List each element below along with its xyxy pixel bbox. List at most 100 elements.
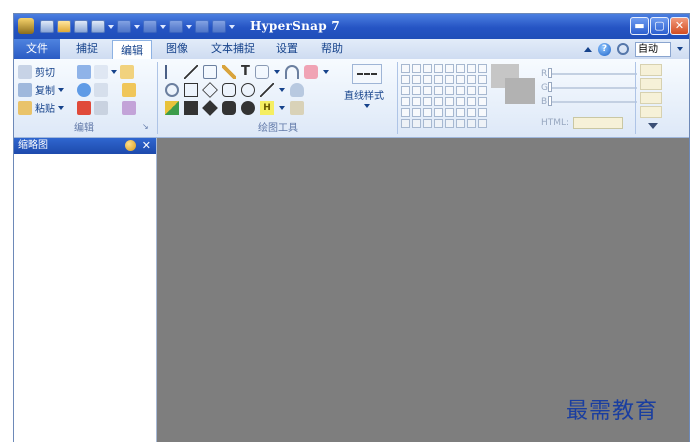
- redo-icon[interactable]: [77, 64, 91, 79]
- zoom-icon[interactable]: [165, 82, 179, 97]
- color-swatch[interactable]: [423, 97, 432, 106]
- stamp-icon[interactable]: [165, 100, 179, 115]
- print-icon[interactable]: [91, 20, 105, 33]
- chevron-down-icon[interactable]: [677, 47, 683, 51]
- region-icon[interactable]: [143, 20, 157, 33]
- chevron-down-icon[interactable]: [229, 24, 235, 29]
- open-folder-icon[interactable]: [57, 20, 71, 33]
- filled-diamond-icon[interactable]: [202, 99, 218, 116]
- highlight-icon[interactable]: H: [260, 100, 274, 115]
- spray-icon[interactable]: [290, 100, 304, 115]
- color-swatch[interactable]: [423, 75, 432, 84]
- color-swatch[interactable]: [434, 108, 443, 117]
- color-swatch[interactable]: [412, 75, 421, 84]
- g-slider[interactable]: [548, 82, 637, 92]
- color-swatch[interactable]: [467, 86, 476, 95]
- color-swatch[interactable]: [434, 75, 443, 84]
- color-swatch[interactable]: [478, 97, 487, 106]
- tab-settings[interactable]: 设置: [272, 39, 302, 59]
- chevron-down-icon[interactable]: [160, 24, 166, 29]
- html-color-input[interactable]: [573, 117, 624, 129]
- arrow-icon[interactable]: [260, 82, 274, 97]
- color-swatch[interactable]: [467, 97, 476, 106]
- redo-icon[interactable]: [212, 20, 226, 33]
- color-swatch[interactable]: [423, 64, 432, 73]
- color-swatch[interactable]: [445, 64, 454, 73]
- palette-swatch[interactable]: [640, 64, 662, 76]
- tab-file[interactable]: 文件: [14, 39, 60, 59]
- tab-capture[interactable]: 捕捉: [72, 39, 102, 59]
- line-icon[interactable]: [184, 64, 198, 79]
- color-swatch[interactable]: [467, 64, 476, 73]
- line-style-button[interactable]: 直线样式: [344, 64, 384, 122]
- chevron-down-icon[interactable]: [322, 69, 329, 74]
- color-swatch[interactable]: [478, 86, 487, 95]
- color-swatch[interactable]: [478, 119, 487, 128]
- palette-swatch[interactable]: [640, 106, 662, 118]
- tab-image[interactable]: 图像: [162, 39, 192, 59]
- color-swatch[interactable]: [445, 119, 454, 128]
- tab-text-capture[interactable]: 文本捕捉: [207, 39, 259, 59]
- chevron-down-icon[interactable]: [279, 87, 285, 92]
- color-swatch[interactable]: [456, 86, 465, 95]
- g-slider-thumb[interactable]: [548, 82, 552, 92]
- b-slider[interactable]: [548, 96, 637, 106]
- color-swatch[interactable]: [445, 108, 454, 117]
- color-swatch[interactable]: [412, 108, 421, 117]
- gear-icon[interactable]: [122, 100, 136, 115]
- r-slider-thumb[interactable]: [548, 68, 552, 78]
- color-swatch[interactable]: [401, 75, 410, 84]
- ellipse-icon[interactable]: [241, 82, 255, 97]
- color-swatch[interactable]: [434, 64, 443, 73]
- color-swatch[interactable]: [401, 86, 410, 95]
- save-icon[interactable]: [74, 20, 88, 33]
- color-swatch[interactable]: [445, 75, 454, 84]
- color-swatch[interactable]: [456, 97, 465, 106]
- color-swatch[interactable]: [412, 86, 421, 95]
- color-swatch[interactable]: [412, 64, 421, 73]
- color-swatch[interactable]: [434, 86, 443, 95]
- eraser-icon[interactable]: [94, 82, 108, 97]
- undo-icon[interactable]: [195, 20, 209, 33]
- tab-edit[interactable]: 编辑: [112, 40, 152, 60]
- chevron-down-icon[interactable]: [58, 87, 64, 92]
- fill-icon[interactable]: [290, 82, 304, 97]
- color-swatch[interactable]: [423, 86, 432, 95]
- r-slider[interactable]: [548, 68, 637, 78]
- color-swatch[interactable]: [445, 97, 454, 106]
- app-icon[interactable]: [18, 18, 34, 34]
- rounded-rect-icon[interactable]: [222, 82, 236, 97]
- collapse-ribbon-icon[interactable]: [584, 46, 592, 52]
- folder-icon[interactable]: [122, 82, 136, 97]
- tool-icon[interactable]: [169, 20, 183, 33]
- color-swatch[interactable]: [456, 108, 465, 117]
- chevron-down-icon[interactable]: [134, 24, 140, 29]
- search-icon[interactable]: [617, 43, 629, 55]
- color-swatch[interactable]: [467, 75, 476, 84]
- minimize-button[interactable]: ▬: [630, 17, 649, 35]
- color-swatch[interactable]: [423, 108, 432, 117]
- maximize-button[interactable]: ▢: [650, 17, 669, 35]
- pin-icon[interactable]: [125, 140, 136, 151]
- zoom-select[interactable]: 自动: [635, 41, 671, 57]
- close-icon[interactable]: ✕: [142, 138, 151, 154]
- chevron-down-icon[interactable]: [108, 24, 114, 29]
- chevron-down-icon[interactable]: [279, 105, 285, 110]
- paste-button[interactable]: 粘贴: [18, 99, 64, 116]
- palette-swatch[interactable]: [640, 92, 662, 104]
- copy-button[interactable]: 复制: [18, 81, 64, 98]
- chevron-down-icon[interactable]: [186, 24, 192, 29]
- rectangle-icon[interactable]: [184, 82, 198, 97]
- refresh-icon[interactable]: [77, 82, 91, 97]
- color-swatch[interactable]: [423, 119, 432, 128]
- color-swatch[interactable]: [456, 64, 465, 73]
- color-swatch[interactable]: [478, 75, 487, 84]
- note-icon[interactable]: [120, 64, 134, 79]
- select-arrow-icon[interactable]: [165, 64, 179, 79]
- palette-swatch[interactable]: [640, 78, 662, 90]
- group-launcher-icon[interactable]: ↘: [142, 122, 149, 131]
- color-swatch[interactable]: [412, 119, 421, 128]
- filled-ellipse-icon[interactable]: [241, 100, 255, 115]
- color-swatch[interactable]: [467, 119, 476, 128]
- color-swatch[interactable]: [478, 108, 487, 117]
